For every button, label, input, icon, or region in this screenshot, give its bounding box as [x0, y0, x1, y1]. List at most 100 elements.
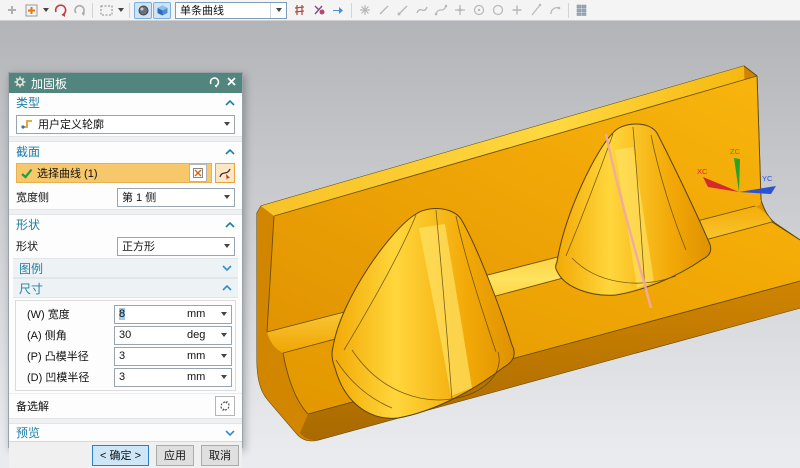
curve-rule-value: 单条曲线	[180, 2, 270, 18]
shape-value: 正方形	[122, 238, 219, 254]
type-combobox[interactable]: 用户定义轮廓	[16, 115, 235, 134]
pan-icon[interactable]	[3, 2, 21, 19]
dialog-titlebar[interactable]: 加固板	[9, 73, 242, 93]
legend-subheader[interactable]: 图例	[13, 258, 238, 278]
die-radius-row: (D) 凹模半径 3 mm	[19, 367, 232, 387]
width-dim-label: (W) 宽度	[19, 306, 114, 322]
solid-body-toggle-icon[interactable]	[153, 2, 171, 19]
studio-spline-icon	[432, 2, 450, 19]
shape-row: 形状 正方形	[9, 234, 242, 258]
type-combobox-caret[interactable]	[219, 116, 234, 133]
rib-dialog: 加固板 类型 用户定义轮廓 截面 选择曲线 (1)	[8, 72, 243, 448]
angle-dim-label: (A) 侧角	[19, 327, 114, 343]
type-section-header[interactable]: 类型	[9, 93, 242, 112]
cancel-button[interactable]: 取消	[201, 445, 239, 466]
select-curve-row: 选择曲线 (1)	[9, 161, 242, 185]
point-constructor-icon	[356, 2, 374, 19]
die-radius-unit[interactable]: mm	[187, 371, 217, 383]
punch-radius-unit[interactable]: mm	[187, 350, 217, 362]
ok-button[interactable]: < 确定 >	[92, 445, 149, 466]
line-tool-icon	[375, 2, 393, 19]
angle-unit-caret[interactable]	[217, 327, 231, 344]
snap-point-toggle-icon[interactable]	[134, 2, 152, 19]
chevron-up-icon[interactable]	[222, 284, 232, 292]
toolbar-separator	[351, 3, 352, 18]
angle-dim-row: (A) 侧角 30 deg	[19, 325, 232, 345]
toolbar-separator	[129, 3, 130, 18]
snap-settings-icon[interactable]	[310, 2, 328, 19]
line-point-tool-icon	[394, 2, 412, 19]
shape-section-header[interactable]: 形状	[9, 215, 242, 234]
curve-rule-combobox[interactable]: 单条曲线	[175, 2, 287, 19]
wcs-y-label: YC	[762, 174, 773, 183]
apply-button[interactable]: 应用	[156, 445, 194, 466]
punch-radius-input-group[interactable]: 3 mm	[114, 347, 232, 366]
angle-input[interactable]: 30	[115, 329, 187, 341]
angle-bracket-part[interactable]	[257, 66, 800, 441]
select-dropdown-caret[interactable]	[116, 2, 125, 19]
rotate-icon[interactable]	[51, 2, 69, 19]
legend-label: 图例	[19, 260, 222, 277]
punch-radius-label: (P) 凸模半径	[19, 348, 114, 364]
alternate-solution-label: 备选解	[16, 398, 215, 414]
width-side-value: 第 1 侧	[122, 189, 219, 205]
select-curve-field[interactable]: 选择曲线 (1)	[16, 163, 212, 183]
section-section-header[interactable]: 截面	[9, 142, 242, 161]
chevron-down-icon[interactable]	[222, 264, 232, 272]
width-input-group[interactable]: 8 mm	[114, 305, 232, 324]
width-side-combobox[interactable]: 第 1 侧	[117, 188, 235, 207]
chevron-up-icon[interactable]	[225, 148, 235, 156]
zoom-dropdown-caret[interactable]	[41, 2, 50, 19]
width-side-label: 宽度侧	[16, 189, 117, 205]
plus-tool-icon	[508, 2, 526, 19]
die-radius-input-group[interactable]: 3 mm	[114, 368, 232, 387]
chevron-down-icon[interactable]	[225, 429, 235, 437]
arc-tool-icon	[546, 2, 564, 19]
curve-selection-button[interactable]	[215, 163, 235, 183]
width-unit-caret[interactable]	[217, 306, 231, 323]
die-radius-label: (D) 凹模半径	[19, 369, 114, 385]
rotate-view-icon[interactable]	[70, 2, 88, 19]
main-toolbar: 单条曲线	[0, 0, 800, 21]
width-side-caret[interactable]	[219, 189, 234, 206]
angle-unit[interactable]: deg	[187, 329, 217, 341]
cycle-solutions-button[interactable]	[215, 396, 235, 416]
chevron-up-icon[interactable]	[225, 99, 235, 107]
width-unit[interactable]: mm	[187, 308, 217, 320]
shape-label: 形状	[16, 238, 117, 254]
intersection-stop-icon[interactable]	[291, 2, 309, 19]
spline-tool-icon	[413, 2, 431, 19]
point-on-curve-icon	[451, 2, 469, 19]
width-side-row: 宽度侧 第 1 侧	[9, 185, 242, 209]
dims-subheader[interactable]: 尺寸	[13, 278, 238, 298]
dialog-close-icon[interactable]	[226, 76, 237, 90]
follow-arrow-icon[interactable]	[329, 2, 347, 19]
select-curve-label: 选择曲线 (1)	[37, 165, 185, 181]
stop-selection-button[interactable]	[189, 164, 207, 182]
zoom-extents-icon[interactable]	[22, 2, 40, 19]
check-icon	[21, 168, 33, 179]
rectangle-select-icon[interactable]	[97, 2, 115, 19]
toolbar-separator	[92, 3, 93, 18]
width-input[interactable]: 8	[115, 308, 187, 320]
die-radius-input[interactable]: 3	[115, 371, 187, 383]
chevron-up-icon[interactable]	[225, 221, 235, 229]
dimensions-group: (W) 宽度 8 mm (A) 侧角 30 deg (P) 凸模半径 3 mm	[15, 300, 236, 391]
punch-radius-input[interactable]: 3	[115, 350, 187, 362]
section-header-label: 截面	[16, 143, 225, 160]
grid-icon[interactable]	[573, 2, 591, 19]
type-row: 用户定义轮廓	[9, 112, 242, 136]
curve-rule-caret[interactable]	[270, 3, 286, 18]
preview-section-header[interactable]: 预览	[9, 424, 242, 441]
circle-icon	[489, 2, 507, 19]
die-radius-unit-caret[interactable]	[217, 369, 231, 386]
angled-line-icon	[527, 2, 545, 19]
angle-input-group[interactable]: 30 deg	[114, 326, 232, 345]
shape-combobox[interactable]: 正方形	[117, 237, 235, 256]
punch-radius-unit-caret[interactable]	[217, 348, 231, 365]
wcs-x-label: XC	[697, 167, 708, 176]
dialog-button-bar: < 确定 > 应用 取消	[9, 441, 242, 468]
dialog-reset-icon[interactable]	[208, 76, 221, 91]
shape-caret[interactable]	[219, 238, 234, 255]
dialog-title: 加固板	[31, 75, 203, 92]
